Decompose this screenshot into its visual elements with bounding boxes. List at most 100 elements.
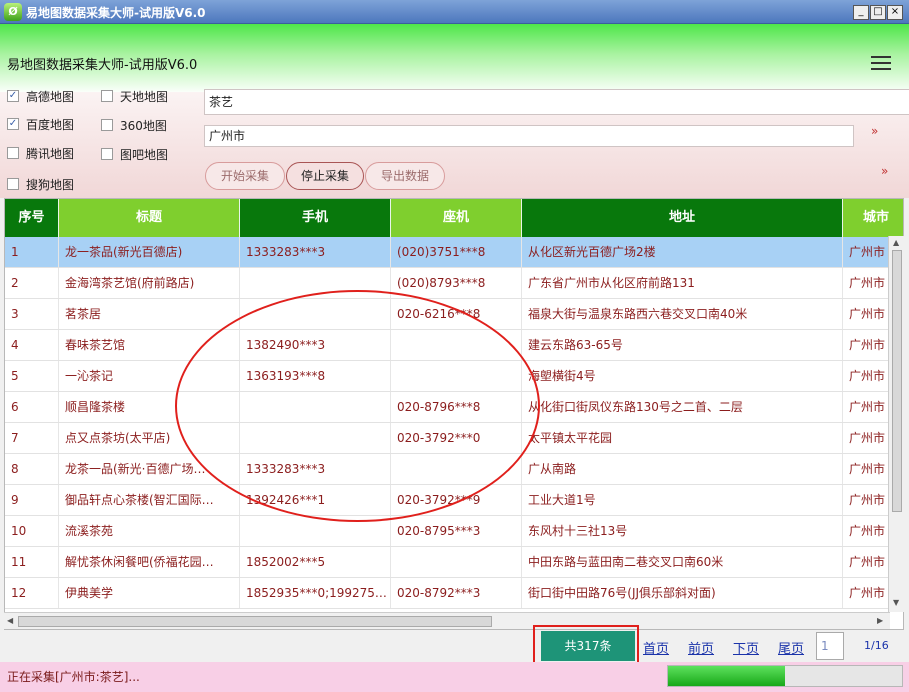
window-title-bar[interactable]: Ø 易地图数据采集大师-试用版V6.0 _ □ × [0,0,909,24]
horizontal-scrollbar[interactable]: ◀ ▶ [4,612,890,629]
status-bar: 正在采集[广州市:茶艺]... [0,662,909,692]
checkbox-check-icon [7,147,19,159]
cell-index: 1 [5,237,59,267]
cell-address: 街口街中田路76号(JJ俱乐部斜对面) [522,578,843,608]
scroll-up-arrow-icon[interactable]: ▲ [893,238,899,247]
column-header[interactable]: 手机 [240,199,391,237]
table-header-row: 序号 标题 手机 座机 地址 城市 [5,199,903,237]
cell-index: 6 [5,392,59,422]
source-checkbox-gaode[interactable]: ✓ 高德地图 [7,88,74,104]
pagination-bar: 共317条 首页 前页 下页 尾页 1 1/16 [0,625,909,667]
start-collect-button[interactable]: 开始采集 [205,162,285,190]
scroll-down-arrow-icon[interactable]: ▼ [893,598,899,607]
source-checkbox-baidu[interactable]: ✓ 百度地图 [7,116,74,132]
page-number-input[interactable]: 1 [816,632,844,660]
cell-address: 建云东路63-65号 [522,330,843,360]
checkbox-check-icon [101,119,113,131]
keyword-input[interactable]: 茶艺 [204,89,909,115]
table-row[interactable]: 12 伊典美学 1852935***0;199275… 020-8792***3 街口街… [5,578,903,609]
cell-address: 太平镇太平花园 [522,423,843,453]
column-header[interactable]: 座机 [391,199,522,237]
checkbox-check-icon [7,178,19,190]
hamburger-menu-icon[interactable] [871,56,891,70]
source-checkbox-tianditu[interactable]: 天地地图 [101,88,168,104]
scrollbar-thumb[interactable] [18,616,492,627]
cell-address: 从化区新光百德广场2楼 [522,237,843,267]
chevron-right-icon[interactable]: » [881,164,888,178]
source-checkbox-360[interactable]: 360地图 [101,117,167,133]
table-row[interactable]: 11 解忧茶休闲餐吧(侨福花园… 1852002***5 中田东路与蓝田南二巷交叉口南… [5,547,903,578]
cell-index: 2 [5,268,59,298]
cell-mobile: 1852935***0;199275… [240,578,391,608]
cell-title: 伊典美学 [59,578,240,608]
next-page-link[interactable]: 下页 [733,638,759,657]
table-row[interactable]: 1 龙一茶品(新光百德店) 1333283***3 (020)3751***8 从化区新… [5,237,903,268]
column-header[interactable]: 城市 [843,199,903,237]
window-title: 易地图数据采集大师-试用版V6.0 [26,6,206,20]
cell-address: 东风村十三社13号 [522,516,843,546]
source-checkbox-sogou[interactable]: 搜狗地图 [7,176,74,192]
city-input[interactable]: 广州市 [204,125,854,147]
cell-index: 7 [5,423,59,453]
close-button[interactable]: × [887,5,903,20]
first-page-link[interactable]: 首页 [643,638,669,657]
cell-address: 福泉大街与温泉东路西六巷交叉口南40米 [522,299,843,329]
app-logo-icon: Ø [4,3,22,21]
table-row[interactable]: 10 流溪茶苑 020-8795***3 东风村十三社13号 广州市 [5,516,903,547]
checkbox-check-icon: ✓ [7,118,19,130]
cell-mobile: 1333283***3 [240,237,391,267]
cell-index: 4 [5,330,59,360]
cell-address: 广从南路 [522,454,843,484]
scrollbar-thumb[interactable] [892,250,902,512]
page-count: 1/16 [864,639,889,652]
search-options-panel: ✓ 高德地图 ✓ 百度地图 腾讯地图 搜狗地图 天地地图 360地图 图吧地图 … [0,89,909,198]
cell-address: 广东省广州市从化区府前路131 [522,268,843,298]
cell-phone: 020-8792***3 [391,578,522,608]
cell-address: 从化街口街凤仪东路130号之二首、二层 [522,392,843,422]
cell-title: 御品轩点心茶楼(智汇国际… [59,485,240,515]
total-count-badge: 共317条 [541,631,635,661]
cell-phone: (020)8793***8 [391,268,522,298]
chevron-right-icon[interactable]: » [871,124,878,138]
cell-mobile: 1852002***5 [240,547,391,577]
checkbox-check-icon [101,148,113,160]
scroll-left-arrow-icon[interactable]: ◀ [7,616,13,625]
cell-index: 3 [5,299,59,329]
column-header[interactable]: 地址 [522,199,843,237]
cell-phone [391,547,522,577]
checkbox-check-icon: ✓ [7,90,19,102]
cell-title: 茗茶居 [59,299,240,329]
column-header[interactable]: 标题 [59,199,240,237]
column-header[interactable]: 序号 [5,199,59,237]
cell-title: 流溪茶苑 [59,516,240,546]
cell-index: 12 [5,578,59,608]
checkbox-check-icon [101,90,113,102]
cell-address: 工业大道1号 [522,485,843,515]
scroll-right-arrow-icon[interactable]: ▶ [877,616,883,625]
cell-address: 中田东路与蓝田南二巷交叉口南60米 [522,547,843,577]
cell-index: 10 [5,516,59,546]
cell-title: 龙一茶品(新光百德店) [59,237,240,267]
stop-collect-button[interactable]: 停止采集 [286,162,364,190]
cell-index: 11 [5,547,59,577]
prev-page-link[interactable]: 前页 [688,638,714,657]
cell-index: 9 [5,485,59,515]
source-checkbox-tuba[interactable]: 图吧地图 [101,146,168,162]
cell-index: 8 [5,454,59,484]
cell-title: 解忧茶休闲餐吧(侨福花园… [59,547,240,577]
maximize-button[interactable]: □ [870,5,886,20]
highlight-ellipse-annotation [175,290,540,522]
status-text: 正在采集[广州市:茶艺]... [7,670,140,684]
cell-index: 5 [5,361,59,391]
minimize-button[interactable]: _ [853,5,869,20]
app-header: 易地图数据采集大师-试用版V6.0 [0,24,909,92]
last-page-link[interactable]: 尾页 [778,638,804,657]
vertical-scrollbar[interactable]: ▲ ▼ [888,236,904,612]
cell-phone: (020)3751***8 [391,237,522,267]
app-title: 易地图数据采集大师-试用版V6.0 [7,58,198,73]
cell-address: 海塱横街4号 [522,361,843,391]
collect-progress-bar [667,665,903,687]
source-checkbox-tencent[interactable]: 腾讯地图 [7,145,74,161]
table-row[interactable]: 2 金海湾茶艺馆(府前路店) (020)8793***8 广东省广州市从化区府前路13… [5,268,903,299]
export-data-button[interactable]: 导出数据 [365,162,445,190]
